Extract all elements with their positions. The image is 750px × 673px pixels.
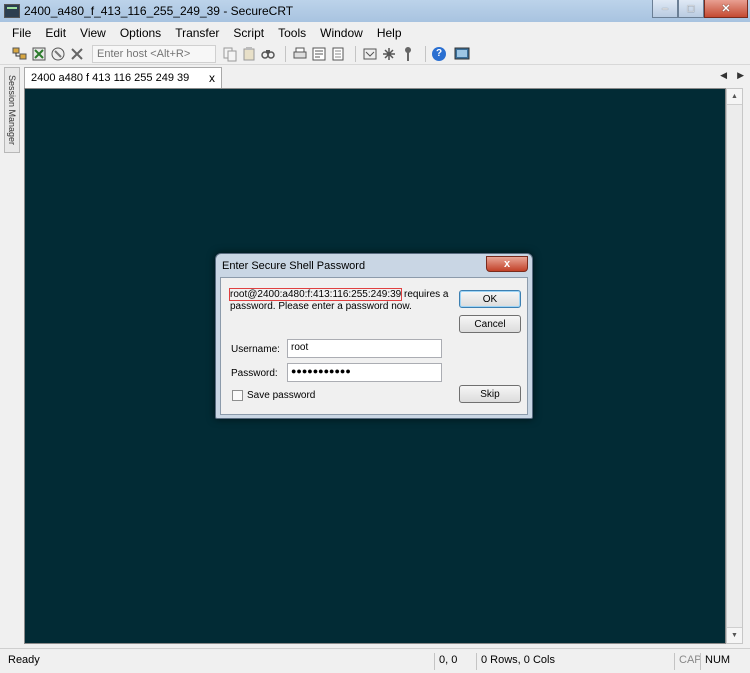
skip-button[interactable]: Skip <box>459 385 521 403</box>
menu-options[interactable]: Options <box>120 26 161 40</box>
session-options-icon[interactable] <box>362 46 378 62</box>
securecrt-app-icon[interactable] <box>4 4 20 18</box>
scroll-down-icon[interactable]: ▼ <box>727 627 742 643</box>
menu-file[interactable]: File <box>12 26 31 40</box>
print-setup-icon[interactable] <box>311 46 327 62</box>
password-label: Password: <box>231 368 278 379</box>
print-icon[interactable] <box>292 46 308 62</box>
minimize-button[interactable]: – <box>652 0 678 18</box>
tab-label: 2400 a480 f 413 116 255 249 39 <box>31 72 190 84</box>
tab-prev-icon[interactable]: ◀ <box>720 70 727 81</box>
username-field[interactable]: root <box>287 339 442 358</box>
disconnect-all-icon[interactable] <box>69 46 85 62</box>
close-button[interactable]: ✕ <box>704 0 748 18</box>
disconnect-icon[interactable] <box>50 46 66 62</box>
cancel-button[interactable]: Cancel <box>459 315 521 333</box>
status-cursor-position: 0, 0 <box>434 653 474 670</box>
tab-next-icon[interactable]: ▶ <box>737 70 744 81</box>
copy-icon[interactable] <box>222 46 238 62</box>
dialog-title: Enter Secure Shell Password <box>222 260 366 272</box>
password-dialog: Enter Secure Shell Password x root@2400:… <box>215 253 533 419</box>
toolbar-separator <box>355 45 356 62</box>
status-ready: Ready <box>8 654 40 666</box>
toolbar-separator <box>425 45 426 62</box>
status-bar: Ready 0, 0 0 Rows, 0 Cols CAP NUM <box>0 648 750 673</box>
menu-script[interactable]: Script <box>233 26 264 40</box>
username-label: Username: <box>231 344 280 355</box>
save-password-row[interactable]: Save password <box>232 390 315 401</box>
maximize-button[interactable]: □ <box>678 0 704 18</box>
toolbar-separator <box>285 45 286 62</box>
session-manager-strip[interactable]: Session Manager <box>4 67 20 153</box>
connect-icon[interactable] <box>12 46 28 62</box>
dialog-message: root@2400:a480:f:413:116:255:249:39 requ… <box>228 288 450 313</box>
ok-button[interactable]: OK <box>459 290 521 308</box>
status-rows-cols: 0 Rows, 0 Cols <box>476 653 568 670</box>
menu-bar: File Edit View Options Transfer Script T… <box>0 22 750 43</box>
dialog-close-button[interactable]: x <box>486 256 528 272</box>
host-address: root@2400:a480:f:413:116:255:249:39 <box>228 288 403 301</box>
keymap-icon[interactable] <box>400 46 416 62</box>
menu-tools[interactable]: Tools <box>278 26 306 40</box>
tab-navigation: ◀ ▶ <box>720 70 744 81</box>
menu-window[interactable]: Window <box>320 26 363 40</box>
screen-icon[interactable] <box>454 46 470 62</box>
dialog-body: root@2400:a480:f:413:116:255:249:39 requ… <box>220 277 528 415</box>
tab-close-icon[interactable]: x <box>209 71 215 85</box>
help-icon[interactable]: ? <box>432 46 446 61</box>
reconnect-icon[interactable] <box>31 46 47 62</box>
toolbar: ? <box>0 43 750 65</box>
status-num: NUM <box>700 653 730 670</box>
password-field[interactable]: ●●●●●●●●●●● <box>287 363 442 382</box>
window-controls: – □ ✕ <box>652 0 748 18</box>
vertical-scrollbar[interactable]: ▲ ▼ <box>726 88 743 644</box>
quick-connect-input[interactable] <box>92 44 216 63</box>
window-title: 2400_a480_f_413_116_255_249_39 - SecureC… <box>24 4 294 18</box>
status-caps: CAP <box>674 653 702 670</box>
find-icon[interactable] <box>260 46 276 62</box>
scroll-up-icon[interactable]: ▲ <box>727 89 742 105</box>
paste-icon[interactable] <box>241 46 257 62</box>
save-password-checkbox[interactable] <box>232 390 243 401</box>
session-manager-label: Session Manager <box>7 74 17 146</box>
menu-view[interactable]: View <box>80 26 106 40</box>
menu-edit[interactable]: Edit <box>45 26 66 40</box>
log-session-icon[interactable] <box>330 46 346 62</box>
save-password-label: Save password <box>247 390 316 401</box>
sftp-icon[interactable] <box>381 46 397 62</box>
title-bar[interactable]: 2400_a480_f_413_116_255_249_39 - SecureC… <box>0 0 750 22</box>
tab-session[interactable]: 2400 a480 f 413 116 255 249 39 x <box>24 67 222 88</box>
menu-help[interactable]: Help <box>377 26 402 40</box>
menu-transfer[interactable]: Transfer <box>175 26 219 40</box>
